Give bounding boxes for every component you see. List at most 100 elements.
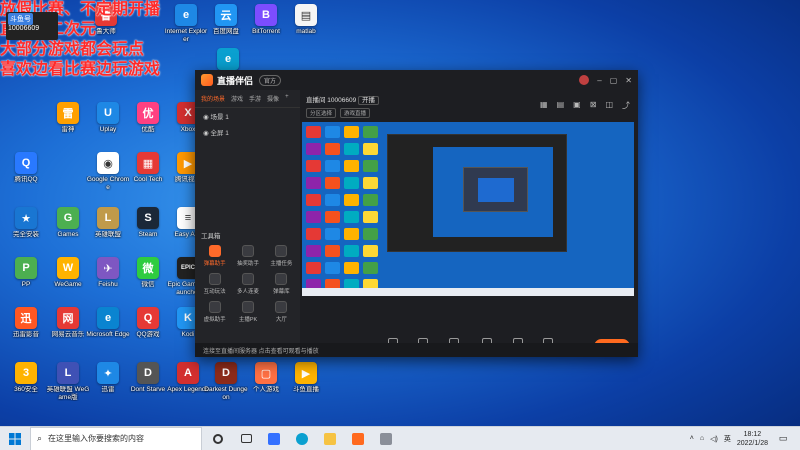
tool-item[interactable]: 弹幕库 [266,273,297,295]
tab-mobile[interactable]: 手游 [249,94,261,103]
explorer-taskbar-icon[interactable] [318,427,342,450]
minimize-icon[interactable]: – [597,76,601,85]
app-icon: 迅 [15,307,37,329]
mini-icon [363,143,378,155]
desktop-icon-label: Uplay [99,126,117,133]
desktop-icon[interactable]: G Games [46,205,90,255]
toolbox: 弹幕助手 抽奖助手 主播任务互动玩法 多人连麦 弹幕库虚拟助手 主播PK 大厅 [199,245,297,323]
app-icon: P [15,257,37,279]
desktop-icon-label: Games [57,231,79,238]
chevron-up-icon[interactable]: ˄ [690,435,694,442]
desktop-icon[interactable]: L 英雄联盟 [86,205,130,255]
maximize-icon[interactable]: ▢ [610,76,618,85]
desktop-icon[interactable]: B BitTorrent [244,2,288,52]
volume-icon[interactable]: ◁) [710,435,718,443]
mini-icon [306,194,321,206]
desktop-icon[interactable]: ▦ Cool Tech [126,150,170,200]
tab-camera[interactable]: 摄像 [267,94,279,103]
desktop-icon[interactable]: ▶ 斗鱼直播 [284,360,328,410]
app-icon: e [175,4,197,26]
close-icon[interactable]: ✕ [625,76,632,85]
desktop-icon[interactable]: W WeGame [46,255,90,305]
avatar[interactable] [579,75,590,85]
tab-game[interactable]: 游戏 [231,94,243,103]
desktop-icon-label: 个人游戏 [253,386,279,393]
grid-icon[interactable]: ▦ [540,100,548,111]
scene-item[interactable]: ◉ 场景 1 [195,108,300,124]
mini-icon [325,245,340,257]
clock-time: 18:12 [743,430,762,438]
live-app-taskbar-icon[interactable] [346,427,370,450]
desktop-icon[interactable]: ✈ Feishu [86,255,130,305]
desktop-icon-label: Internet Explorer [164,28,208,43]
pip-icon[interactable]: ◫ [605,100,613,111]
edge-taskbar-icon[interactable] [290,427,314,450]
scene-item[interactable]: ◉ 全屏 1 [195,124,300,140]
desktop-icon[interactable]: L 英雄联盟 WeGame版 [46,360,90,410]
tool-item[interactable]: 抽奖助手 [232,245,263,267]
desktop-icon[interactable]: P PP [4,255,48,305]
desktop-icon-label: BitTorrent [252,28,280,35]
search-input[interactable]: ⌕ 在这里输入你要搜索的内容 [30,426,202,450]
version-pill[interactable]: 官方 [259,74,282,86]
tool-item[interactable]: 主播PK [232,301,263,323]
app-title: 直播伴侣 [217,75,254,86]
desktop-icon[interactable]: 微微信 [126,255,170,305]
tool-item[interactable]: 大厅 [266,301,297,323]
desktop-icon-label: 斗鱼直播 [293,386,319,393]
desktop-icon[interactable]: D Dont Starve [126,360,170,410]
tool-label: 虚拟助手 [203,317,226,323]
desktop-icon[interactable]: ▤ matlab [284,2,328,52]
lock-icon[interactable]: ⊠ [590,100,597,111]
live-preview[interactable] [302,122,634,296]
app-icon: D [215,362,237,384]
app-titlebar: 直播伴侣 官方 – ▢ ✕ [195,70,638,90]
desktop-icon[interactable]: ★ 完全安装 [4,205,48,255]
desktop-icon[interactable]: ▢ 个人游戏 [244,360,288,410]
tool-item[interactable]: 主播任务 [266,245,297,267]
tool-item[interactable]: 多人连麦 [232,273,263,295]
desktop-icon[interactable]: ◉ Google Chrome [86,150,130,200]
network-icon[interactable]: ⌂ [700,435,704,442]
desktop-icon[interactable]: Q QQ游戏 [126,305,170,355]
add-icon[interactable]: + [285,94,289,103]
desktop-icon[interactable]: e Microsoft Edge [86,305,130,355]
desktop-icon[interactable]: Q 腾讯QQ [4,150,48,200]
mini-icon [325,126,340,138]
task-view-icon[interactable] [234,427,258,450]
clock[interactable]: 18:12 2022/1/28 [737,430,768,448]
desktop-icon[interactable]: S Steam [126,205,170,255]
tool-item[interactable]: 弹幕助手 [199,245,230,267]
desktop-icon[interactable]: 云百度网盘 [204,2,248,52]
feishu-taskbar-icon[interactable] [262,427,286,450]
room-id-tag: 斗鱼号 [8,13,33,25]
category-chip[interactable]: 游戏直播 [340,108,371,118]
input-language[interactable]: 英 [724,434,731,444]
desktop-icon[interactable]: 迅迅雷影音 [4,305,48,355]
cortana-icon[interactable] [206,427,230,450]
desktop-icon[interactable]: 网网易云音乐 [46,305,90,355]
window-icon[interactable]: ▣ [573,100,581,111]
desktop-icon[interactable]: D Darkest Dungeon [204,360,248,410]
desktop-icon[interactable]: U Uplay [86,100,130,150]
tab-my-scenes[interactable]: 我的场景 [201,94,225,103]
desktop-icon-label: 微信 [141,281,155,288]
tool-label: 主播任务 [270,261,293,267]
desktop-icon[interactable]: 优优酷 [126,100,170,150]
app-taskbar-icon[interactable] [374,427,398,450]
start-button[interactable] [0,427,30,450]
app-icon: Q [137,307,159,329]
search-placeholder: 在这里输入你要搜索的内容 [48,434,145,443]
mini-icon [306,211,321,223]
desktop-icon[interactable]: ✦ 迅雷 [86,360,130,410]
desktop-icon[interactable]: 雷雷神 [46,100,90,150]
notification-icon[interactable]: ▭ [774,427,792,450]
tool-item[interactable]: 虚拟助手 [199,301,230,323]
share-icon[interactable]: ⤴ [622,100,630,111]
desktop-icon[interactable]: 3 360安全 [4,360,48,410]
category-chip[interactable]: 分区选择 [306,108,337,118]
tool-item[interactable]: 互动玩法 [199,273,230,295]
desktop-icon[interactable]: e Internet Explorer [164,2,208,52]
app-icon: 3 [15,362,37,384]
layout-icon[interactable]: ▤ [557,100,565,111]
